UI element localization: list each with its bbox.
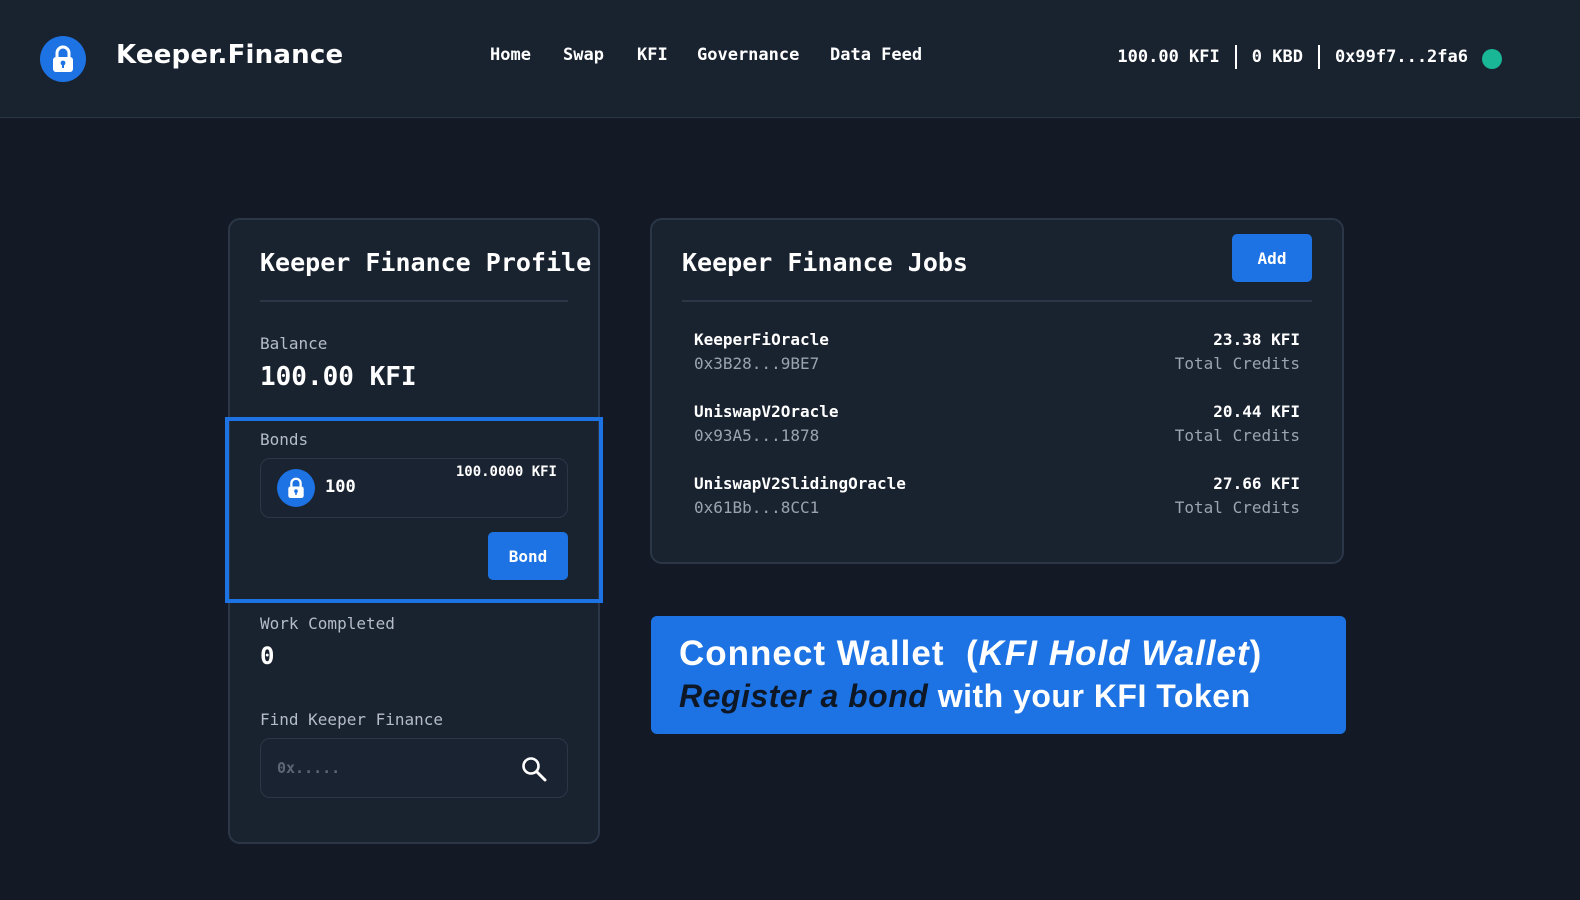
find-keeper-label: Find Keeper Finance [260, 710, 444, 729]
search-icon[interactable] [521, 756, 547, 782]
search-box [260, 738, 568, 798]
work-completed-label: Work Completed [260, 614, 395, 633]
jobs-divider [682, 300, 1312, 302]
jobs-title: Keeper Finance Jobs [682, 248, 968, 277]
banner-register-text: Register a bond [679, 678, 929, 714]
job-address: 0x61Bb...8CC1 [694, 498, 820, 517]
nav-swap[interactable]: Swap [563, 45, 604, 65]
wallet-address[interactable]: 0x99f7...2fa6 [1335, 47, 1468, 67]
brand-name[interactable]: Keeper.Finance [116, 40, 343, 70]
kbd-balance: 0 KBD [1251, 47, 1303, 67]
bond-amount[interactable]: 100 [325, 477, 356, 497]
job-name[interactable]: UniswapV2SlidingOracle [694, 474, 906, 493]
bond-button[interactable]: Bond [488, 532, 568, 580]
bond-input-box[interactable]: 100 100.0000 KFI [260, 458, 568, 518]
job-row[interactable]: UniswapV2SlidingOracle 0x61Bb...8CC1 27.… [694, 474, 1300, 524]
bond-kfi-balance: 100.0000 KFI [455, 464, 557, 480]
profile-card: Keeper Finance Profile Balance 100.00 KF… [228, 218, 600, 844]
banner-wallet-type: KFI Hold Wallet [978, 634, 1250, 673]
bonds-label: Bonds [260, 430, 309, 449]
connection-status-icon [1482, 49, 1502, 69]
jobs-card: Keeper Finance Jobs Add KeeperFiOracle 0… [650, 218, 1344, 564]
banner-token-text: with your KFI Token [928, 678, 1251, 714]
job-row[interactable]: KeeperFiOracle 0x3B28...9BE7 23.38 KFI T… [694, 330, 1300, 380]
connect-wallet-banner: Connect Wallet (KFI Hold Wallet) Registe… [651, 616, 1346, 734]
search-input[interactable] [277, 757, 507, 779]
banner-connect-text: Connect Wallet [679, 634, 945, 673]
top-nav-bar: Keeper.Finance Home Swap KFI Governance … [0, 0, 1580, 118]
profile-title: Keeper Finance Profile [260, 248, 592, 277]
job-row[interactable]: UniswapV2Oracle 0x93A5...1878 20.44 KFI … [694, 402, 1300, 452]
nav-home[interactable]: Home [490, 45, 531, 65]
nav-governance[interactable]: Governance [697, 45, 799, 65]
banner-heading: Connect Wallet (KFI Hold Wallet) [679, 634, 1262, 674]
job-credits-label: Total Credits [1174, 354, 1300, 373]
job-credits: 23.38 KFI [1213, 330, 1300, 349]
lock-token-icon [277, 469, 315, 507]
kfi-balance: 100.00 KFI [1117, 47, 1220, 67]
divider [1317, 45, 1320, 69]
banner-paren-close: ) [1249, 634, 1263, 673]
job-credits-label: Total Credits [1174, 426, 1300, 445]
work-completed-value: 0 [260, 642, 275, 670]
lock-logo-icon[interactable] [40, 36, 86, 82]
balance-value: 100.00 KFI [260, 362, 417, 392]
job-credits-label: Total Credits [1174, 498, 1300, 517]
job-name[interactable]: KeeperFiOracle [694, 330, 829, 349]
job-name[interactable]: UniswapV2Oracle [694, 402, 839, 421]
job-credits: 27.66 KFI [1213, 474, 1300, 493]
job-address: 0x93A5...1878 [694, 426, 820, 445]
job-address: 0x3B28...9BE7 [694, 354, 820, 373]
wallet-info: 100.00 KFI 0 KBD 0x99f7...2fa6 [1117, 45, 1468, 69]
nav-kfi[interactable]: KFI [637, 45, 668, 65]
banner-paren-open: ( [965, 634, 979, 673]
banner-subheading: Register a bond with your KFI Token [679, 678, 1251, 715]
divider [1234, 45, 1237, 69]
balance-label: Balance [260, 334, 328, 353]
profile-divider [260, 300, 568, 302]
job-credits: 20.44 KFI [1213, 402, 1300, 421]
add-job-button[interactable]: Add [1232, 234, 1312, 282]
nav-data-feed[interactable]: Data Feed [830, 45, 922, 65]
